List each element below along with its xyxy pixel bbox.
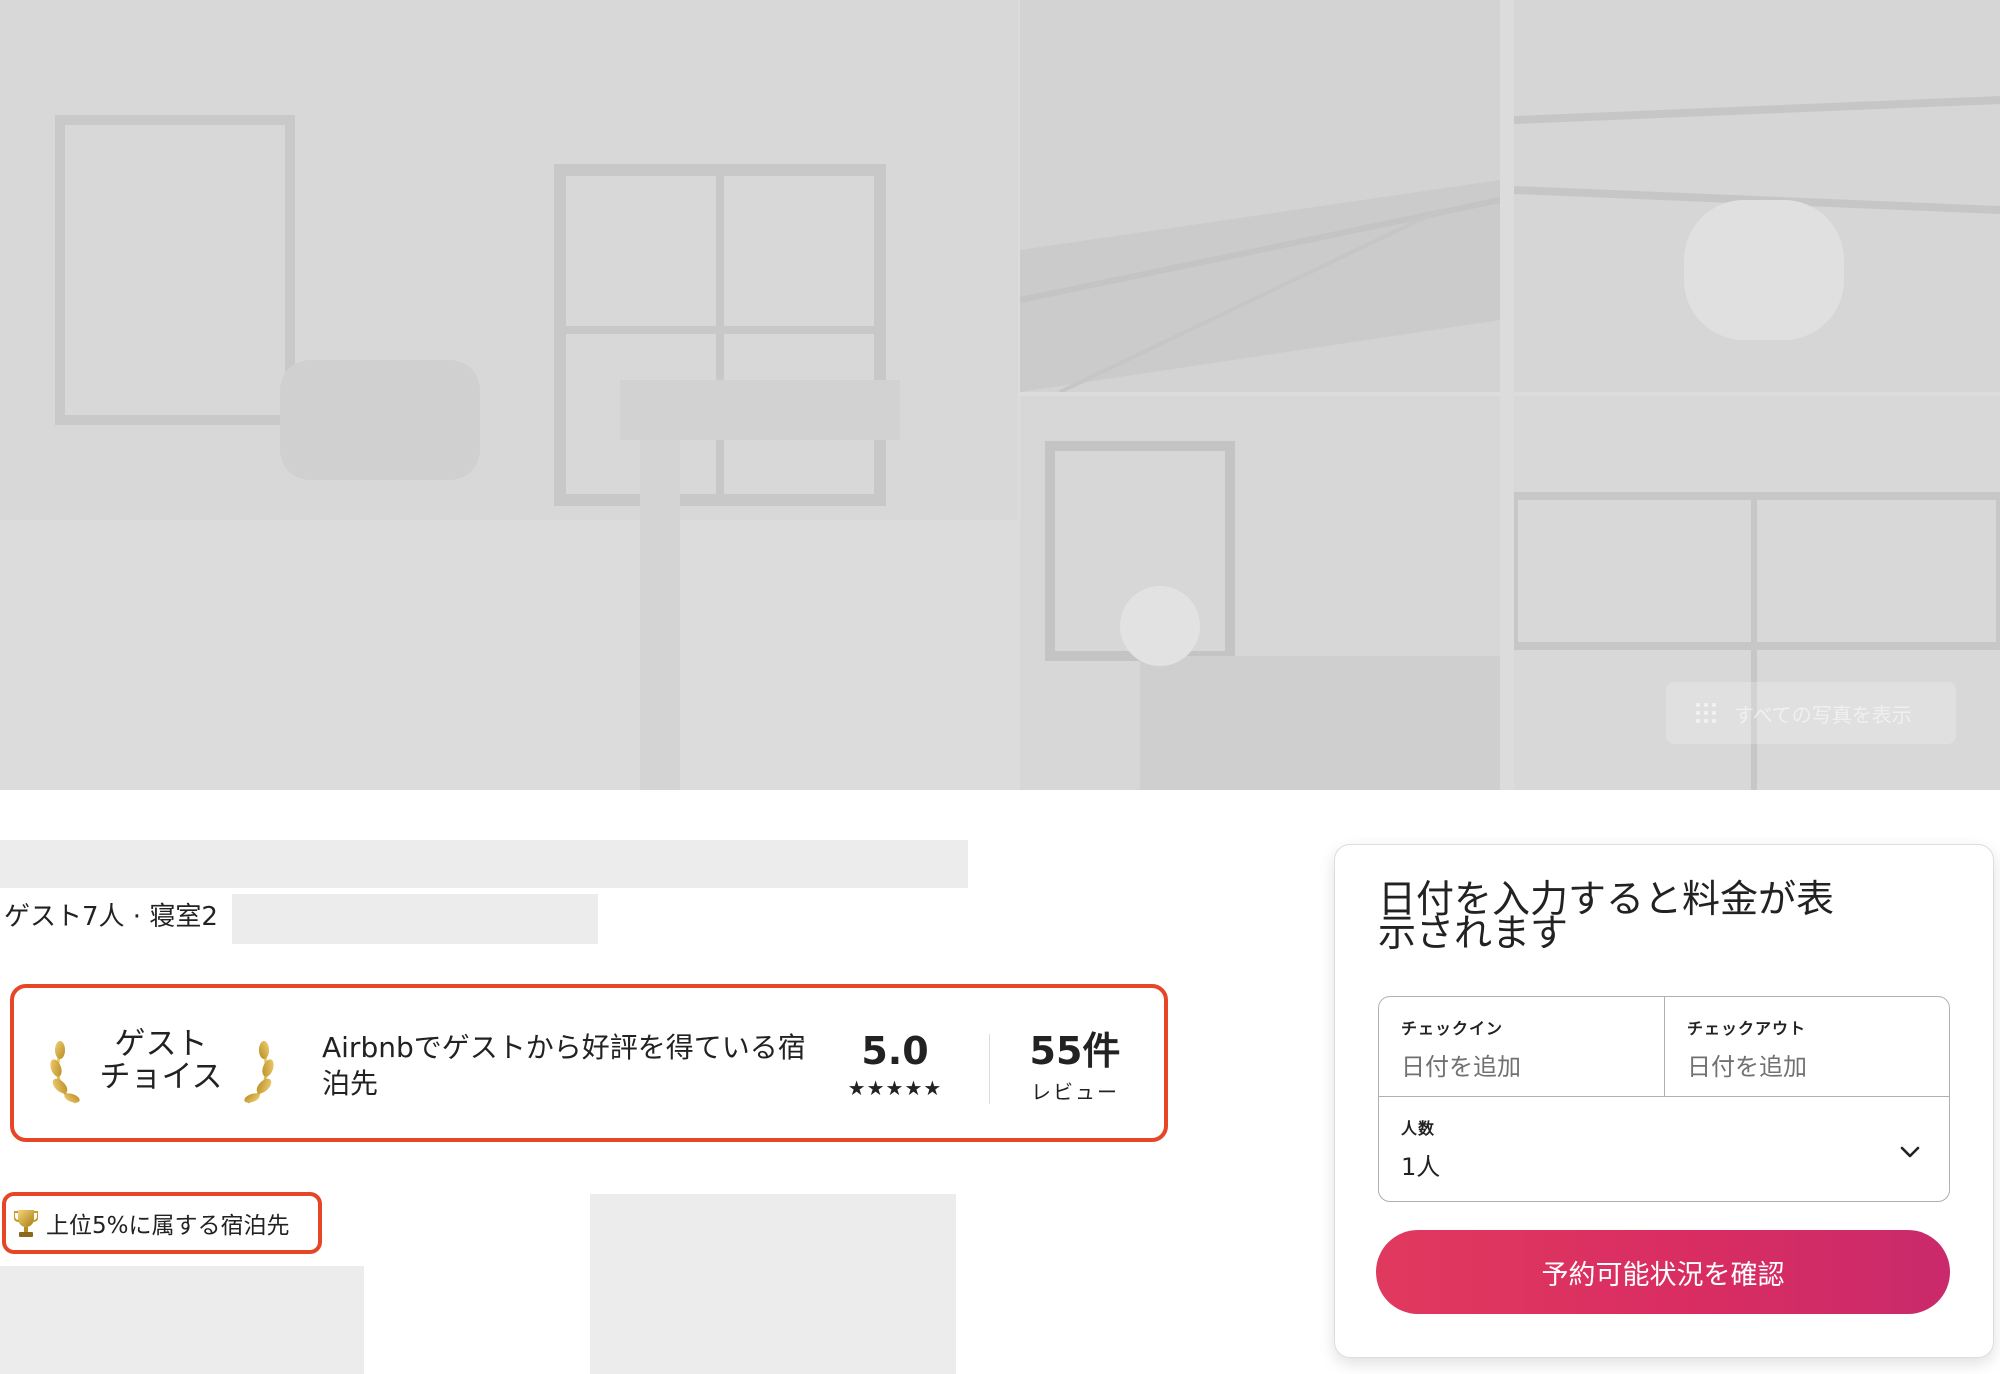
grid-icon xyxy=(1696,703,1716,723)
rating-value: 5.0 xyxy=(861,1029,929,1073)
listing-summary: ゲスト7人 · 寝室2 xyxy=(4,902,218,932)
top-percent-badge: 上位5%に属する宿泊先 xyxy=(2,1192,322,1254)
checkout-value: 日付を追加 xyxy=(1687,1053,1807,1081)
reviews-link[interactable]: 55件 レビュー xyxy=(1020,1030,1130,1105)
booking-title: 日付を入力すると料金が表示されます xyxy=(1378,877,1835,955)
booking-inputs: チェックイン 日付を追加 チェックアウト 日付を追加 人数 1人 xyxy=(1378,996,1950,1202)
show-all-photos-button[interactable]: すべての写真を表示 xyxy=(1666,682,1956,744)
guest-favorite-title: ゲスト チョイス xyxy=(99,1026,223,1095)
check-availability-button[interactable]: 予約可能状況を確認 xyxy=(1376,1230,1950,1314)
photo-4[interactable] xyxy=(1514,0,2000,392)
rating-block: 5.0 ★★★★★ xyxy=(840,1030,950,1100)
redacted-block-2 xyxy=(590,1194,956,1374)
reviews-count: 55件 xyxy=(1029,1029,1121,1073)
checkout-field[interactable]: チェックアウト 日付を追加 xyxy=(1665,997,1949,1097)
divider xyxy=(989,1034,990,1104)
top-percent-label: 上位5%に属する宿泊先 xyxy=(46,1213,290,1239)
photo-gallery xyxy=(0,0,2000,790)
guests-value: 1人 xyxy=(1401,1153,1441,1181)
redacted-summary-extra xyxy=(232,894,598,944)
laurel-right-icon xyxy=(244,1041,274,1104)
photo-3[interactable] xyxy=(1020,396,1500,790)
photo-2[interactable] xyxy=(1020,0,1500,392)
redacted-title xyxy=(0,840,968,888)
show-all-photos-label: すべての写真を表示 xyxy=(1734,702,1912,727)
guest-favorite-description: Airbnbでゲストから好評を得ている宿泊先 xyxy=(322,1031,806,1100)
rating-stars-icon: ★★★★★ xyxy=(847,1076,943,1100)
checkin-field[interactable]: チェックイン 日付を追加 xyxy=(1379,997,1665,1097)
checkin-label: チェックイン xyxy=(1401,1019,1504,1038)
guests-label: 人数 xyxy=(1401,1119,1436,1138)
guests-select[interactable]: 人数 1人 xyxy=(1379,1097,1949,1201)
trophy-icon xyxy=(14,1210,38,1237)
checkin-value: 日付を追加 xyxy=(1401,1053,1521,1081)
checkout-label: チェックアウト xyxy=(1687,1019,1807,1038)
laurel-left-icon xyxy=(50,1041,80,1104)
main-photo[interactable] xyxy=(0,0,1018,790)
redacted-block-1 xyxy=(0,1266,364,1374)
chevron-down-icon xyxy=(1900,1146,1920,1158)
reviews-label: レビュー xyxy=(1031,1080,1119,1104)
